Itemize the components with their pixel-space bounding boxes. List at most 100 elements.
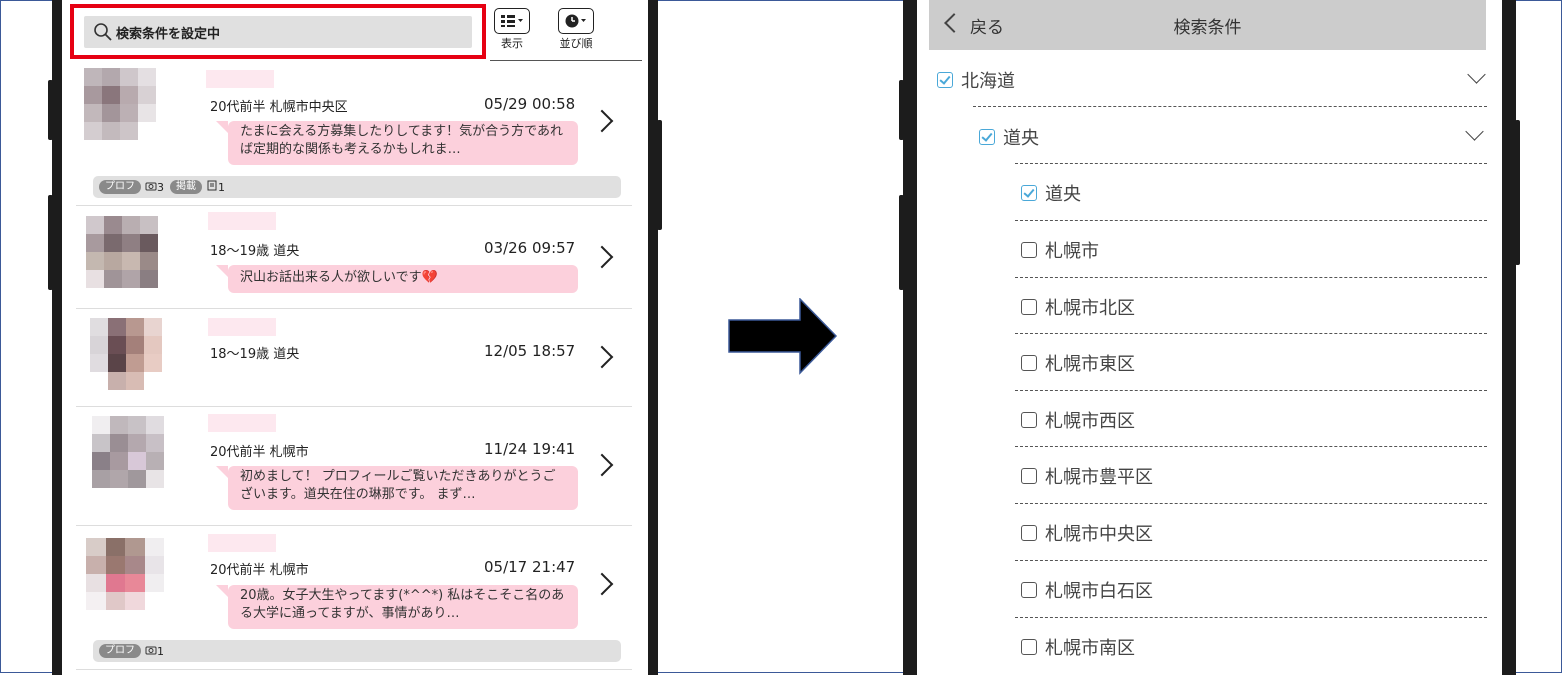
checkbox-checked[interactable] (1021, 185, 1037, 201)
dashed-divider (1015, 503, 1487, 504)
display-toggle-button[interactable]: 表示 (494, 8, 530, 51)
timestamp: 12/05 18:57 (484, 342, 576, 360)
checkbox-item-minami[interactable]: 札幌市南区 (1021, 634, 1135, 660)
user-meta: 18〜19歳 道央 (210, 244, 300, 259)
tag-bar: プロフ 3 掲載 1 (93, 176, 621, 198)
timestamp: 05/17 21:47 (484, 558, 576, 576)
user-meta: 20代前半 札幌市中央区 (210, 100, 348, 115)
timestamp: 11/24 19:41 (484, 440, 576, 458)
photo-count: 1 (157, 644, 164, 658)
checkbox-unchecked[interactable] (1021, 355, 1037, 371)
checkbox-item-nishi[interactable]: 札幌市西区 (1021, 407, 1135, 433)
chevron-down-icon[interactable] (1467, 65, 1486, 84)
left-screen: 検索条件を設定中 表示 並び順 20代前半 札幌市中央区 05/29 00:58… (62, 0, 648, 675)
checkbox-unchecked[interactable] (1021, 412, 1037, 428)
checkbox-unchecked[interactable] (1021, 582, 1037, 598)
checkbox-item-douou-group[interactable]: 道央 (979, 124, 1039, 150)
checkbox-label: 札幌市白石区 (1045, 581, 1153, 602)
checkbox-item-hokkaido[interactable]: 北海道 (937, 67, 1015, 93)
right-screen: 戻る 検索条件 北海道 道央 道央 札幌市 札幌市北区 札幌市東区 札幌市西区 … (917, 0, 1502, 675)
checkbox-unchecked[interactable] (1021, 525, 1037, 541)
photo-count: 3 (157, 180, 164, 194)
chevron-right-icon (590, 109, 614, 133)
checkbox-label: 札幌市 (1045, 241, 1099, 262)
checkbox-item-toyohira[interactable]: 札幌市豊平区 (1021, 463, 1153, 489)
sort-order-button[interactable]: 並び順 (558, 8, 594, 51)
row-divider (76, 406, 632, 407)
left-phone-frame: 検索条件を設定中 表示 並び順 20代前半 札幌市中央区 05/29 00:58… (48, 0, 662, 675)
phone-side-button (899, 195, 904, 290)
checkbox-checked[interactable] (979, 129, 995, 145)
chevron-down-icon[interactable] (1465, 122, 1484, 141)
avatar (84, 68, 156, 140)
checkbox-label: 札幌市豊平区 (1045, 467, 1153, 488)
checkbox-unchecked[interactable] (1021, 468, 1037, 484)
checkbox-checked[interactable] (937, 72, 953, 88)
checkbox-label: 道央 (1045, 184, 1081, 205)
checkbox-item-shiroishi[interactable]: 札幌市白石区 (1021, 577, 1153, 603)
search-highlight-box: 検索条件を設定中 (70, 4, 486, 59)
message-bubble: 沢山お話出来る人が欲しいです💔 (216, 265, 578, 293)
chevron-right-icon (590, 453, 614, 477)
checkbox-unchecked[interactable] (1021, 299, 1037, 315)
chevron-right-icon (590, 572, 614, 596)
avatar (90, 318, 162, 390)
chevron-right-icon (590, 345, 614, 369)
avatar (86, 216, 158, 288)
dashed-divider (1015, 617, 1487, 618)
dashed-divider (1015, 446, 1487, 447)
row-divider (76, 308, 632, 309)
display-label: 表示 (501, 37, 523, 50)
page-title: 検索条件 (1173, 18, 1242, 38)
checkbox-item-kita[interactable]: 札幌市北区 (1021, 294, 1135, 320)
prof-badge: プロフ (99, 644, 141, 658)
checkbox-item-sapporo[interactable]: 札幌市 (1021, 237, 1099, 263)
checkbox-label: 北海道 (961, 71, 1015, 92)
post-count: 1 (218, 180, 225, 194)
dashed-divider (1015, 220, 1487, 221)
tag-bar: プロフ 1 (93, 640, 621, 662)
dashed-divider (1015, 390, 1487, 391)
post-icon (206, 180, 218, 195)
dashed-divider (1015, 277, 1487, 278)
username-blurred (206, 70, 274, 88)
checkbox-item-higashi[interactable]: 札幌市東区 (1021, 350, 1135, 376)
username-blurred (208, 534, 276, 552)
message-bubble: 20歳。女子大生やってます(*^^*) 私はそこそこ名のある大学に通ってますが、… (216, 585, 578, 629)
search-condition-button[interactable]: 検索条件を設定中 (84, 16, 472, 48)
checkbox-unchecked[interactable] (1021, 242, 1037, 258)
dashed-divider (1015, 333, 1487, 334)
right-phone-frame: 戻る 検索条件 北海道 道央 道央 札幌市 札幌市北区 札幌市東区 札幌市西区 … (899, 0, 1520, 675)
chevron-right-icon (590, 245, 614, 269)
prof-badge: プロフ (99, 180, 141, 194)
user-meta: 18〜19歳 道央 (210, 347, 300, 362)
username-blurred (208, 414, 276, 432)
checkbox-item-chuo[interactable]: 札幌市中央区 (1021, 520, 1153, 546)
row-divider (76, 205, 632, 206)
username-blurred (208, 318, 276, 336)
message-bubble: 初めまして！ プロフィールご覧いただきありがとうございます。道央在住の琳那です。… (216, 466, 578, 510)
avatar (86, 538, 164, 610)
username-blurred (208, 212, 276, 230)
checkbox-label: 札幌市西区 (1045, 411, 1135, 432)
timestamp: 03/26 09:57 (484, 239, 576, 257)
right-arrow-icon (728, 297, 838, 380)
toolbar-underline (490, 60, 642, 61)
header-bar: 戻る 検索条件 (929, 0, 1486, 50)
checkbox-label: 道央 (1003, 128, 1039, 149)
search-icon (92, 21, 114, 43)
checkbox-label: 札幌市南区 (1045, 638, 1135, 659)
row-divider (76, 669, 632, 670)
camera-icon (145, 181, 157, 194)
clock-icon (558, 8, 594, 34)
camera-icon (145, 645, 157, 658)
checkbox-label: 札幌市中央区 (1045, 524, 1153, 545)
message-bubble: たまに会える方募集したりしてます！気が合う方であれば定期的な関係も考えるかもしれ… (216, 121, 578, 165)
list-view-icon (494, 8, 530, 34)
checkbox-item-douou[interactable]: 道央 (1021, 180, 1081, 206)
timestamp: 05/29 00:58 (484, 95, 576, 113)
row-divider (76, 525, 632, 526)
dashed-divider (1015, 560, 1487, 561)
checkbox-label: 札幌市北区 (1045, 298, 1135, 319)
checkbox-unchecked[interactable] (1021, 639, 1037, 655)
